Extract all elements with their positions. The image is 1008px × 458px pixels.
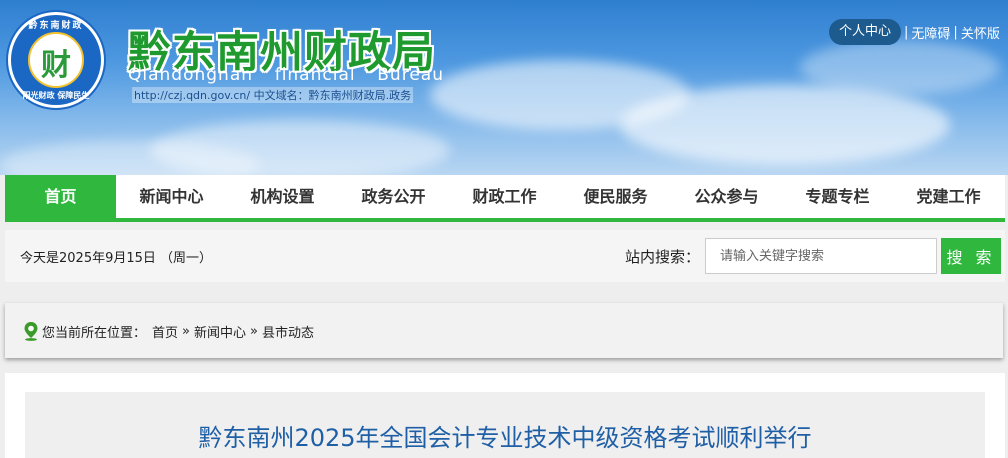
seal-char: 财: [41, 48, 71, 83]
site-subtitle: Qiandongnan financial Bureau: [128, 65, 444, 85]
nav-item-organization[interactable]: 机构设置: [227, 175, 338, 218]
header-banner: 黔东南财政 财 阳光财政 保障民生 黔东南州财政局 Qiandongnan fi…: [0, 0, 1008, 175]
breadcrumb-news[interactable]: 新闻中心: [194, 322, 246, 341]
breadcrumb-box: 您当前所在位置： 首页 » 新闻中心 » 县市动态: [5, 303, 1003, 358]
cloud-decoration: [620, 85, 950, 165]
personal-center-button[interactable]: 个人中心: [829, 19, 902, 45]
nav-item-home[interactable]: 首页: [5, 175, 116, 218]
breadcrumb: 您当前所在位置： 首页 » 新闻中心 » 县市动态: [23, 321, 314, 341]
search-button[interactable]: 搜 索: [941, 238, 1001, 274]
bureau-seal-logo: 黔东南财政 财 阳光财政 保障民生: [8, 12, 104, 108]
nav-item-topics[interactable]: 专题专栏: [782, 175, 893, 218]
site-url: http://czj.qdn.gov.cn/ 中文域名：黔东南州财政局.政务: [132, 87, 414, 103]
location-pin-icon: [24, 322, 38, 341]
top-link-separator: |: [904, 24, 909, 40]
breadcrumb-separator: »: [182, 323, 190, 339]
article-title: 黔东南州2025年全国会计专业技术中级资格考试顺利举行: [198, 424, 812, 452]
breadcrumb-home[interactable]: 首页: [152, 322, 178, 341]
seal-center: 财: [28, 32, 84, 88]
subtitle-word: financial: [274, 65, 356, 85]
breadcrumb-county-news[interactable]: 县市动态: [262, 322, 314, 341]
care-version-link[interactable]: 关怀版: [961, 23, 1000, 42]
nav-item-participation[interactable]: 公众参与: [671, 175, 782, 218]
article-container: 黔东南州2025年全国会计专业技术中级资格考试顺利举行: [5, 373, 1005, 458]
nav-item-gov-affairs[interactable]: 政务公开: [338, 175, 449, 218]
breadcrumb-prefix: 您当前所在位置：: [42, 325, 147, 341]
article-title-box: 黔东南州2025年全国会计专业技术中级资格考试顺利举行: [25, 392, 985, 458]
cloud-decoration: [800, 40, 1000, 95]
date-search-bar: 今天是2025年9月15日 （周一） 站内搜索： 搜 索: [5, 230, 1005, 282]
main-nav: 首页 新闻中心 机构设置 政务公开 财政工作 便民服务 公众参与 专题专栏 党建…: [5, 175, 1005, 222]
current-date: 今天是2025年9月15日 （周一）: [20, 251, 213, 266]
subtitle-word: Qiandongnan: [128, 65, 254, 85]
top-links: 个人中心 | 无障碍 | 关怀版: [829, 19, 1000, 45]
nav-item-finance-work[interactable]: 财政工作: [449, 175, 560, 218]
breadcrumb-separator: »: [250, 323, 258, 339]
nav-item-public-service[interactable]: 便民服务: [560, 175, 671, 218]
search-label: 站内搜索：: [625, 248, 701, 266]
seal-top-text: 黔东南财政: [28, 21, 84, 31]
nav-item-news[interactable]: 新闻中心: [116, 175, 227, 218]
accessibility-link[interactable]: 无障碍: [911, 23, 950, 42]
search-input[interactable]: [705, 238, 937, 274]
nav-item-party-building[interactable]: 党建工作: [893, 175, 1004, 218]
top-link-separator: |: [953, 24, 958, 40]
seal-bottom-text: 阳光财政 保障民生: [22, 91, 90, 100]
subtitle-word: Bureau: [377, 65, 444, 85]
